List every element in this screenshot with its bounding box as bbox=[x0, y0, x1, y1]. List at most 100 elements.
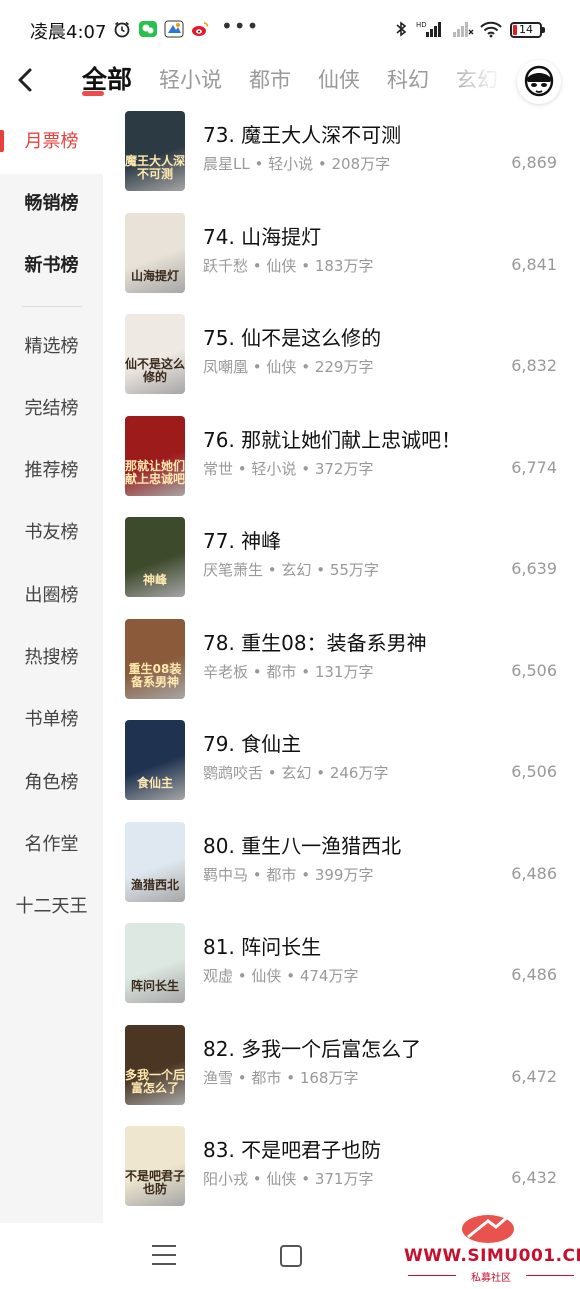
cover-title: 渔猎西北 bbox=[130, 877, 179, 892]
book-meta: 常世 • 轻小说 • 372万字 bbox=[203, 459, 374, 478]
book-author: 阳小戎 bbox=[203, 1170, 249, 1188]
book-rank: 83. bbox=[203, 1138, 235, 1162]
sidebar-item-readers[interactable]: 书友榜 bbox=[0, 513, 103, 553]
list-item[interactable]: 神峰 77. 神峰 厌笔萧生 • 玄幻 • 55万字 6,639 bbox=[103, 505, 580, 606]
book-title[interactable]: 81. 阵问长生 bbox=[203, 931, 321, 960]
book-category: 仙侠 bbox=[251, 967, 282, 985]
sidebar-item-featured[interactable]: 精选榜 bbox=[0, 327, 103, 367]
book-cover[interactable]: 渔猎西北 bbox=[125, 821, 185, 902]
book-title[interactable]: 74. 山海提灯 bbox=[203, 221, 321, 250]
app-icon bbox=[163, 20, 185, 38]
book-name: 神峰 bbox=[241, 529, 282, 553]
vote-count: 6,472 bbox=[511, 1066, 557, 1086]
vote-count: 6,486 bbox=[511, 863, 557, 883]
list-item[interactable]: 多我一个后富怎么了 82. 多我一个后富怎么了 渔雪 • 都市 • 168万字 6,4… bbox=[103, 1013, 580, 1114]
back-button[interactable] bbox=[12, 64, 40, 96]
sidebar-item-hot-search[interactable]: 热搜榜 bbox=[0, 638, 103, 678]
cover-title: 不是吧君子也防 bbox=[125, 1169, 185, 1196]
book-name: 山海提灯 bbox=[241, 224, 322, 249]
avatar[interactable] bbox=[517, 60, 561, 104]
sidebar-item-new-books[interactable]: 新书榜 bbox=[0, 246, 103, 286]
book-title[interactable]: 75. 仙不是这么修的 bbox=[203, 322, 381, 351]
list-item[interactable]: 那就让她们献上忠诚吧 76. 那就让她们献上忠诚吧！ 常世 • 轻小说 • 372万… bbox=[103, 404, 580, 505]
book-cover[interactable]: 神峰 bbox=[125, 517, 185, 597]
list-item[interactable]: 仙不是这么修的 75. 仙不是这么修的 凤嘲凰 • 仙侠 • 229万字 6,832 bbox=[103, 302, 580, 403]
list-item[interactable]: 魔王大人深不可测 73. 魔王大人深不可测 晨星LL • 轻小说 • 208万字 6,… bbox=[103, 104, 580, 200]
sidebar-item-completed[interactable]: 完结榜 bbox=[0, 389, 103, 429]
book-category: 都市 bbox=[266, 865, 297, 884]
book-rank: 79. bbox=[203, 732, 235, 756]
book-title[interactable]: 76. 那就让她们献上忠诚吧！ bbox=[203, 424, 461, 453]
book-word-count: 229万字 bbox=[314, 358, 374, 376]
book-word-count: 131万字 bbox=[314, 662, 374, 681]
book-author: 跃千愁 bbox=[203, 256, 249, 275]
list-item[interactable]: 重生08装备系男神 78. 重生08：装备系男神 辛老板 • 都市 • 131万字 6… bbox=[103, 607, 580, 708]
cover-title: 食仙主 bbox=[136, 776, 173, 790]
bluetooth-icon bbox=[392, 20, 410, 38]
system-nav-bar: WWW.SIMU001.CN 私募社区 bbox=[0, 1211, 580, 1289]
tab-urban[interactable]: 都市 bbox=[249, 58, 291, 102]
vote-count: 6,774 bbox=[511, 457, 557, 477]
watermark-logo-icon bbox=[462, 1211, 516, 1243]
sidebar-item-breakout[interactable]: 出圈榜 bbox=[0, 576, 103, 616]
sidebar-item-booklist[interactable]: 书单榜 bbox=[0, 700, 103, 740]
book-title[interactable]: 77. 神峰 bbox=[203, 525, 281, 554]
sidebar-item-twelve-kings[interactable]: 十二天王 bbox=[0, 887, 103, 927]
tab-xianxia[interactable]: 仙侠 bbox=[318, 58, 360, 102]
vote-count: 6,506 bbox=[511, 762, 557, 781]
book-cover[interactable]: 魔王大人深不可测 bbox=[125, 111, 185, 191]
sidebar-item-characters[interactable]: 角色榜 bbox=[0, 763, 103, 803]
list-item[interactable]: 不是吧君子也防 83. 不是吧君子也防 阳小戎 • 仙侠 • 371万字 6,432 bbox=[103, 1114, 580, 1215]
sidebar-divider bbox=[22, 306, 82, 307]
cover-title: 仙不是这么修的 bbox=[125, 357, 185, 384]
book-name: 阵问长生 bbox=[241, 935, 322, 959]
book-title[interactable]: 79. 食仙主 bbox=[203, 728, 301, 757]
book-author: 厌笔萧生 bbox=[203, 561, 264, 579]
book-word-count: 55万字 bbox=[329, 561, 379, 579]
book-meta: 辛老板 • 都市 • 131万字 bbox=[203, 662, 374, 681]
book-title[interactable]: 80. 重生八一渔猎西北 bbox=[203, 830, 401, 859]
book-title[interactable]: 82. 多我一个后富怎么了 bbox=[203, 1033, 421, 1062]
book-author: 晨星LL bbox=[203, 155, 250, 173]
tab-light-novel[interactable]: 轻小说 bbox=[159, 58, 222, 102]
book-rank: 75. bbox=[203, 326, 235, 350]
sidebar-item-hall-of-fame[interactable]: 名作堂 bbox=[0, 825, 103, 865]
home-icon[interactable] bbox=[280, 1245, 302, 1267]
book-cover[interactable]: 阵问长生 bbox=[125, 923, 185, 1003]
book-cover[interactable]: 不是吧君子也防 bbox=[125, 1126, 185, 1206]
menu-icon[interactable] bbox=[152, 1245, 176, 1267]
book-name: 不是吧君子也防 bbox=[241, 1138, 382, 1162]
book-word-count: 399万字 bbox=[314, 865, 374, 884]
book-category: 仙侠 bbox=[266, 358, 297, 376]
book-title[interactable]: 73. 魔王大人深不可测 bbox=[203, 119, 401, 148]
list-item[interactable]: 阵问长生 81. 阵问长生 观虚 • 仙侠 • 474万字 6,486 bbox=[103, 911, 580, 1012]
book-cover[interactable]: 食仙主 bbox=[125, 720, 185, 800]
book-word-count: 372万字 bbox=[314, 459, 374, 478]
book-cover[interactable]: 山海提灯 bbox=[125, 212, 185, 293]
book-cover[interactable]: 重生08装备系男神 bbox=[125, 618, 185, 699]
tab-all[interactable]: 全部 bbox=[82, 58, 132, 102]
alarm-icon bbox=[112, 20, 132, 38]
list-item[interactable]: 渔猎西北 80. 重生八一渔猎西北 羁中马 • 都市 • 399万字 6,486 bbox=[103, 810, 580, 911]
list-item[interactable]: 山海提灯 74. 山海提灯 跃千愁 • 仙侠 • 183万字 6,841 bbox=[103, 201, 580, 302]
book-title[interactable]: 83. 不是吧君子也防 bbox=[203, 1134, 381, 1163]
book-title[interactable]: 78. 重生08：装备系男神 bbox=[203, 627, 427, 656]
book-cover[interactable]: 多我一个后富怎么了 bbox=[125, 1024, 185, 1105]
book-category: 轻小说 bbox=[251, 459, 297, 478]
book-rank: 74. bbox=[203, 224, 235, 249]
list-item[interactable]: 食仙主 79. 食仙主 鹦鹉咬舌 • 玄幻 • 246万字 6,506 bbox=[103, 708, 580, 809]
book-cover[interactable]: 仙不是这么修的 bbox=[125, 314, 185, 394]
book-rank: 80. bbox=[203, 833, 235, 858]
sidebar-item-recommended[interactable]: 推荐榜 bbox=[0, 451, 103, 491]
book-meta: 观虚 • 仙侠 • 474万字 bbox=[203, 967, 359, 985]
book-name: 重生08：装备系男神 bbox=[241, 630, 427, 655]
book-rank: 81. bbox=[203, 935, 235, 959]
sidebar-item-bestseller[interactable]: 畅销榜 bbox=[0, 184, 103, 224]
book-meta: 凤嘲凰 • 仙侠 • 229万字 bbox=[203, 358, 374, 376]
book-name: 魔王大人深不可测 bbox=[241, 123, 402, 147]
tab-scifi[interactable]: 科幻 bbox=[387, 58, 429, 102]
book-category: 轻小说 bbox=[268, 155, 314, 173]
sidebar-item-monthly-ticket[interactable]: 月票榜 bbox=[0, 122, 103, 162]
book-category: 玄幻 bbox=[281, 561, 312, 579]
book-cover[interactable]: 那就让她们献上忠诚吧 bbox=[125, 415, 185, 496]
